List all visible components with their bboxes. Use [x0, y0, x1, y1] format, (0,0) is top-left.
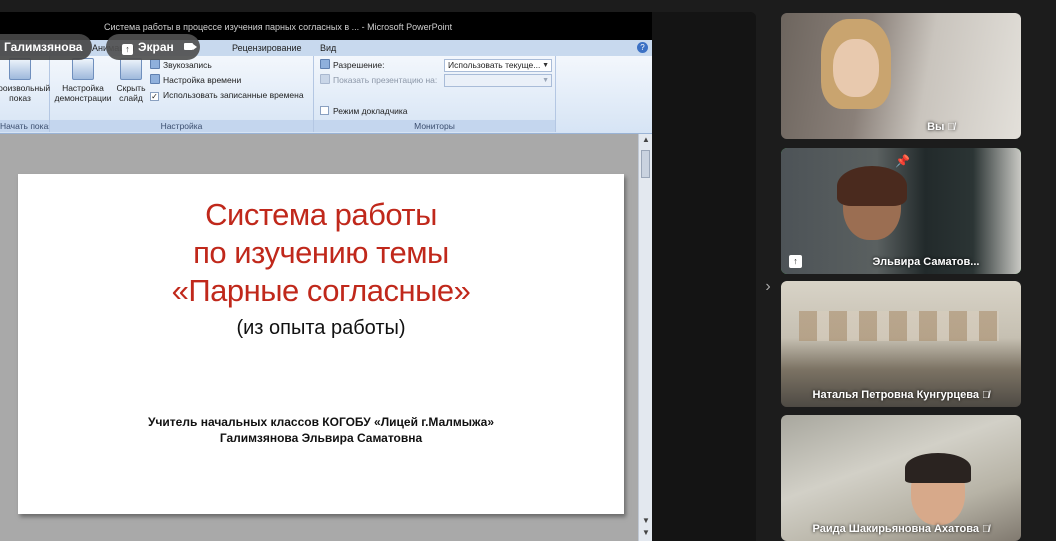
- participant-tile[interactable]: Раида Шакирьяновна Ахатова 🎙̸: [781, 415, 1021, 541]
- participant-name: Раида Шакирьяновна Ахатова 🎙̸: [812, 523, 990, 535]
- record-narration-button[interactable]: Звукозапись: [150, 58, 212, 72]
- classroom-scene: [799, 311, 999, 341]
- use-timings-checkbox[interactable]: ✓ Использовать записанные времена: [150, 88, 304, 102]
- hide-slide-icon: [120, 58, 142, 80]
- ribbon-tabs: Анимация Рецензирование Вид ?: [0, 40, 652, 56]
- participant-hair: [905, 453, 971, 483]
- video-conference-window: Система работы в процессе изучения парны…: [0, 0, 1056, 541]
- slideshow-icon: [9, 58, 31, 80]
- participant-face: [833, 39, 879, 97]
- help-icon[interactable]: ?: [637, 42, 648, 53]
- slide-title: Система работы по изучению темы «Парные …: [171, 197, 471, 308]
- rehearse-timings-button[interactable]: Настройка времени: [150, 73, 241, 87]
- display-icon: [320, 74, 330, 84]
- show-on-label: Показать презентацию на:: [320, 73, 437, 87]
- show-on-select[interactable]: ▼: [444, 74, 552, 87]
- ribbon: Произвольный показ Начать показ слайдов …: [0, 56, 652, 134]
- participant-tile[interactable]: Наталья Петровна Кунгурцева 🎙̸: [781, 281, 1021, 407]
- presenter-view-checkbox[interactable]: Режим докладчика: [320, 104, 408, 118]
- dropdown-arrow-icon: ▼: [542, 62, 549, 69]
- clock-icon: [150, 74, 160, 84]
- setup-show-icon: [72, 58, 94, 80]
- participant-name: Эльвира Саматов...: [872, 256, 980, 268]
- group-label-start: Начать показ слайдов: [0, 120, 49, 132]
- slide[interactable]: Система работы по изучению темы «Парные …: [18, 174, 624, 514]
- pin-icon[interactable]: 📌: [895, 154, 910, 168]
- vertical-scrollbar[interactable]: ▲ ▼ ▼: [638, 134, 652, 541]
- ppt-title-bar: Система работы в процессе изучения парны…: [0, 12, 652, 40]
- scroll-thumb[interactable]: [641, 150, 650, 178]
- scroll-up-icon[interactable]: ▲: [639, 134, 653, 146]
- mic-muted-icon: 🎙̸: [981, 524, 990, 535]
- slide-subtitle: (из опыта работы): [236, 317, 406, 339]
- share-background: [652, 12, 756, 541]
- custom-show-label: Произвольный показ: [0, 83, 51, 103]
- participant-tile-active[interactable]: 📌 ↑ Эльвира Саматов...: [781, 148, 1021, 274]
- participant-name: Наталья Петровна Кунгурцева 🎙̸: [812, 389, 990, 401]
- shared-screen: Система работы в процессе изучения парны…: [0, 12, 756, 541]
- resolution-label: Разрешение:: [320, 58, 384, 72]
- tab-view[interactable]: Вид: [320, 43, 336, 53]
- tab-review[interactable]: Рецензирование: [232, 43, 302, 53]
- share-arrow-icon: ↑: [122, 44, 133, 55]
- hide-slide-button[interactable]: Скрыть слайд: [114, 58, 148, 103]
- ribbon-group-setup: Настройка демонстрации Скрыть слайд Звук…: [50, 56, 314, 132]
- participant-hair: [837, 166, 907, 206]
- checkbox-icon: [320, 106, 329, 115]
- slide-author: Учитель начальных классов КОГОБУ «Лицей …: [148, 415, 494, 445]
- screen-share-icon: ↑: [789, 255, 802, 268]
- screen-share-chip[interactable]: ↑ Экран: [106, 34, 200, 60]
- participant-name: Вы 🎙̸: [927, 121, 955, 133]
- custom-show-button[interactable]: Произвольный показ: [0, 58, 51, 103]
- hide-slide-label: Скрыть слайд: [116, 83, 146, 103]
- group-label-monitors: Мониторы: [314, 120, 555, 132]
- monitor-icon: [320, 59, 330, 69]
- presenter-name-chip: Галимзянова: [0, 34, 93, 60]
- group-label-setup: Настройка: [50, 120, 313, 132]
- scroll-down-icon[interactable]: ▼: [639, 515, 653, 527]
- ppt-editing-area: Система работы по изучению темы «Парные …: [0, 134, 652, 541]
- chevron-right-icon[interactable]: ›: [762, 278, 774, 296]
- camera-icon: [183, 43, 197, 50]
- ribbon-group-start: Произвольный показ Начать показ слайдов: [0, 56, 50, 132]
- mic-muted-icon: 🎙̸: [981, 390, 990, 401]
- ribbon-group-monitors: Разрешение: Использовать текуще... ▼ Пока…: [314, 56, 556, 132]
- mic-muted-icon: 🎙̸: [947, 122, 955, 133]
- dropdown-arrow-icon: ▼: [542, 77, 549, 84]
- participant-tile[interactable]: Вы 🎙̸: [781, 13, 1021, 139]
- checkmark-icon: ✓: [150, 92, 159, 101]
- setup-show-button[interactable]: Настройка демонстрации: [52, 58, 114, 103]
- microphone-icon: [150, 59, 160, 69]
- setup-show-label: Настройка демонстрации: [54, 83, 112, 103]
- next-slide-icon[interactable]: ▼: [639, 527, 653, 539]
- resolution-select[interactable]: Использовать текуще... ▼: [444, 59, 552, 72]
